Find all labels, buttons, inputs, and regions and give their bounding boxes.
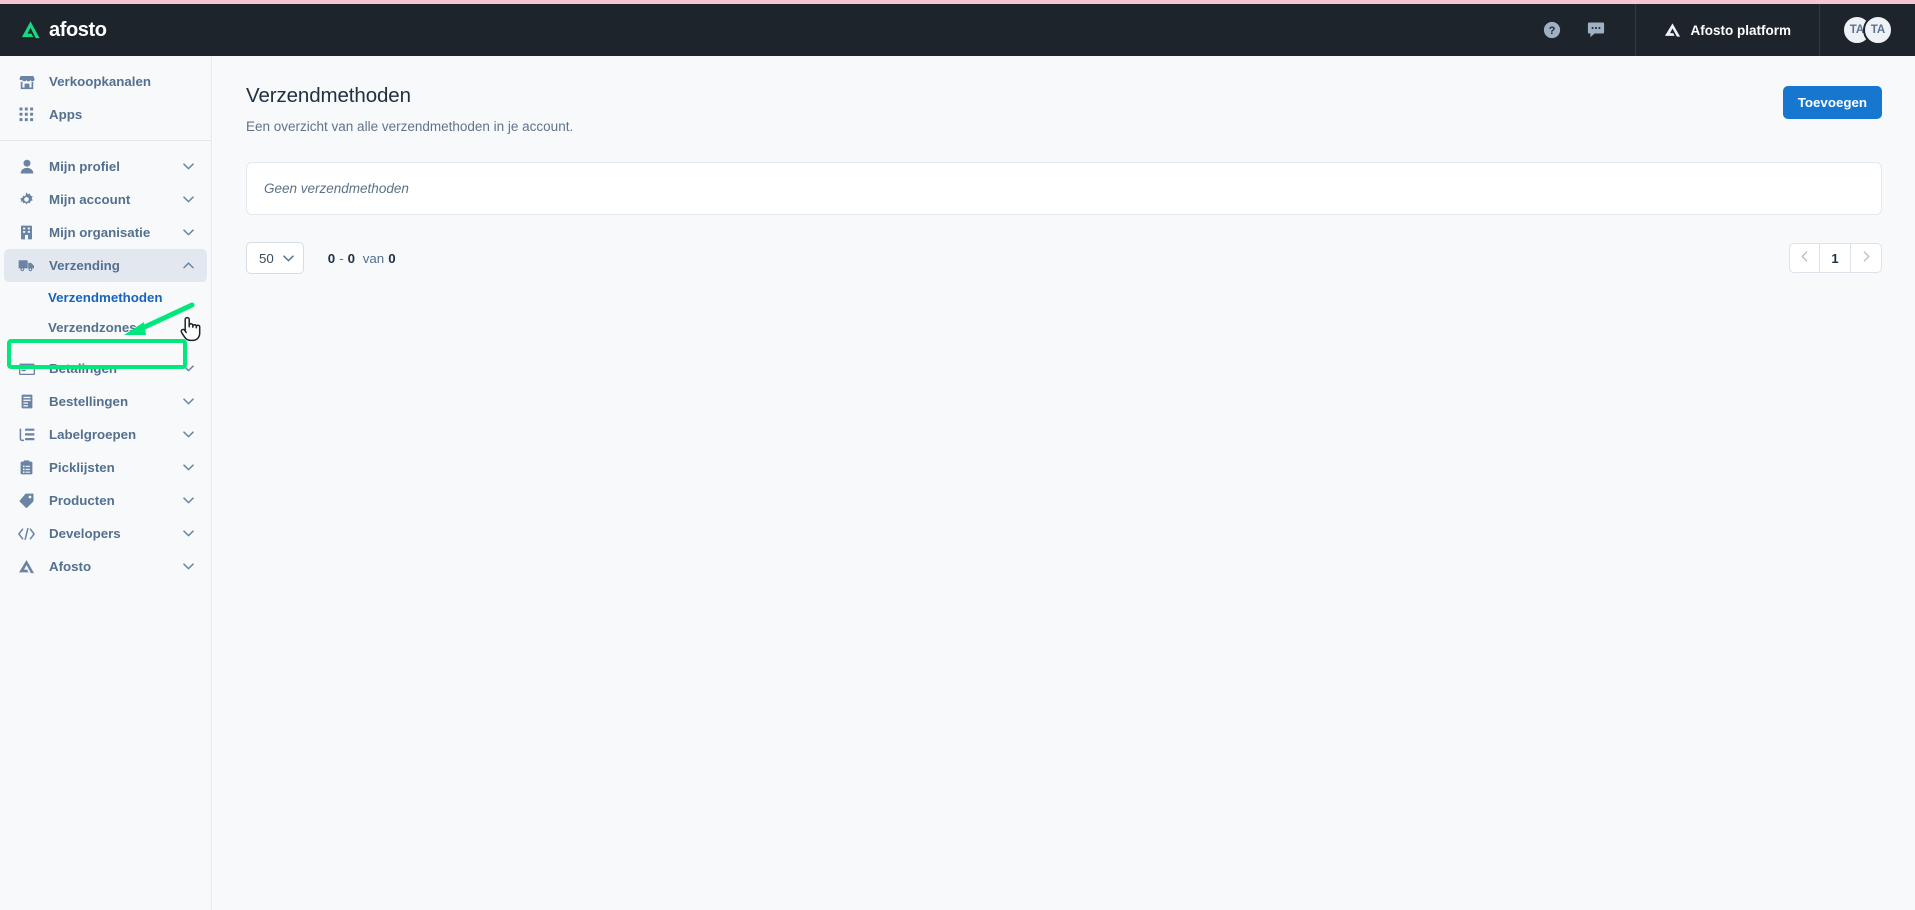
sidebar-navigation: Verkoopkanalen Apps Mijn profiel Mijn ac…	[0, 56, 212, 910]
sidebar-item-verzending[interactable]: Verzending	[4, 249, 207, 282]
sidebar-item-picklijsten[interactable]: Picklijsten	[4, 451, 207, 484]
sidebar-subitem-verzendmethoden[interactable]: Verzendmethoden	[4, 282, 207, 312]
avatar[interactable]: TA	[1863, 15, 1893, 45]
building-icon	[18, 224, 35, 241]
receipt-icon	[18, 393, 35, 410]
sidebar-subitem-label: Verzendzones	[48, 319, 137, 335]
question-circle-icon[interactable]: ?	[1543, 21, 1561, 39]
sidebar-subitem-label: Verzendmethoden	[48, 289, 163, 305]
sidebar-item-afosto[interactable]: Afosto	[4, 550, 207, 583]
chevron-down-icon[interactable]	[182, 362, 195, 375]
afosto-triangle-icon	[1664, 23, 1680, 37]
grid-apps-icon	[18, 106, 35, 123]
chevron-down-icon[interactable]	[182, 428, 195, 441]
chevron-down-icon[interactable]	[182, 160, 195, 173]
truck-icon	[18, 257, 35, 274]
gear-icon	[18, 191, 35, 208]
sidebar-item-verkoopkanalen[interactable]: Verkoopkanalen	[4, 65, 207, 98]
afosto-triangle-logo	[21, 21, 40, 39]
prev-page-button[interactable]	[1789, 243, 1820, 273]
sidebar-item-label: Verzending	[49, 258, 120, 273]
brand-logo-area[interactable]: afosto	[0, 4, 212, 56]
chevron-left-icon	[1801, 249, 1808, 267]
sidebar-item-bestellingen[interactable]: Bestellingen	[4, 385, 207, 418]
platform-switcher[interactable]: Afosto platform	[1636, 4, 1820, 56]
chevron-down-icon[interactable]	[182, 560, 195, 573]
page-subtitle: Een overzicht van alle verzendmethoden i…	[246, 119, 574, 134]
next-page-button[interactable]	[1851, 243, 1882, 273]
main-content: Verzendmethoden Een overzicht van alle v…	[213, 56, 1915, 910]
sidebar-divider	[0, 140, 211, 141]
count-total: 0	[388, 250, 396, 266]
sidebar-item-label: Labelgroepen	[49, 427, 137, 442]
page-header: Verzendmethoden Een overzicht van alle v…	[246, 82, 1882, 136]
top-header-bar: afosto ? Afosto platform TA TA	[0, 4, 1915, 56]
page-header-text: Verzendmethoden Een overzicht van alle v…	[246, 82, 1783, 136]
pagination-bar: 50 0-0 van 0 1	[246, 242, 1882, 274]
list-tree-icon	[18, 426, 35, 443]
result-count: 0-0 van 0	[328, 251, 396, 266]
sidebar-item-label: Mijn account	[49, 192, 131, 207]
afosto-triangle-icon	[18, 558, 35, 575]
chevron-right-icon	[1863, 249, 1870, 267]
empty-state-message: Geen verzendmethoden	[264, 181, 409, 196]
count-of-word: van	[362, 250, 385, 266]
chevron-up-icon[interactable]	[182, 259, 195, 272]
sidebar-item-label: Bestellingen	[49, 394, 129, 409]
chevron-down-icon[interactable]	[182, 461, 195, 474]
sidebar-item-betalingen[interactable]: Betalingen	[4, 352, 207, 385]
sidebar-item-label: Producten	[49, 493, 115, 508]
count-to: 0	[347, 250, 356, 266]
shipping-methods-panel: Geen verzendmethoden	[246, 162, 1882, 215]
current-page-number: 1	[1831, 250, 1839, 266]
chevron-down-icon[interactable]	[182, 527, 195, 540]
chevron-down-icon[interactable]	[182, 494, 195, 507]
pager-controls: 1	[1789, 243, 1882, 273]
storefront-icon	[18, 73, 35, 90]
code-icon	[18, 525, 35, 542]
chevron-down-icon[interactable]	[182, 193, 195, 206]
avatar-group[interactable]: TA TA	[1820, 4, 1915, 56]
sidebar-item-mijn-profiel[interactable]: Mijn profiel	[4, 150, 207, 183]
chat-bubble-icon[interactable]	[1587, 21, 1605, 39]
sidebar-item-labelgroepen[interactable]: Labelgroepen	[4, 418, 207, 451]
sidebar-item-label: Mijn organisatie	[49, 225, 151, 240]
sidebar-item-developers[interactable]: Developers	[4, 517, 207, 550]
chevron-down-icon[interactable]	[182, 226, 195, 239]
clipboard-icon	[18, 459, 35, 476]
sidebar-item-label: Betalingen	[49, 361, 117, 376]
count-dash: -	[339, 250, 344, 266]
sidebar-item-producten[interactable]: Producten	[4, 484, 207, 517]
sidebar-item-label: Verkoopkanalen	[49, 74, 151, 89]
top-accent-strip	[0, 0, 1915, 4]
sidebar-item-label: Apps	[49, 107, 83, 122]
credit-card-icon	[18, 360, 35, 377]
sidebar-item-label: Picklijsten	[49, 460, 115, 475]
sidebar-item-apps[interactable]: Apps	[4, 98, 207, 131]
sidebar-subitem-verzendzones[interactable]: Verzendzones	[4, 312, 207, 342]
sidebar-item-label: Afosto	[49, 559, 92, 574]
current-page-button[interactable]: 1	[1820, 243, 1851, 273]
sidebar-item-mijn-organisatie[interactable]: Mijn organisatie	[4, 216, 207, 249]
sidebar-item-label: Mijn profiel	[49, 159, 120, 174]
per-page-value: 50	[259, 250, 274, 266]
add-button[interactable]: Toevoegen	[1782, 86, 1882, 119]
chevron-down-icon[interactable]	[182, 395, 195, 408]
header-icon-group: ?	[1513, 4, 1635, 56]
platform-label: Afosto platform	[1690, 22, 1792, 38]
brand-name: afosto	[49, 18, 107, 41]
count-from: 0	[327, 250, 336, 266]
per-page-select[interactable]: 50	[246, 242, 304, 274]
tag-icon	[18, 492, 35, 509]
user-icon	[18, 158, 35, 175]
sidebar-item-label: Developers	[49, 526, 121, 541]
svg-text:?: ?	[1548, 25, 1555, 37]
sidebar-item-mijn-account[interactable]: Mijn account	[4, 183, 207, 216]
chevron-down-icon	[283, 249, 294, 267]
page-title: Verzendmethoden	[246, 84, 411, 107]
